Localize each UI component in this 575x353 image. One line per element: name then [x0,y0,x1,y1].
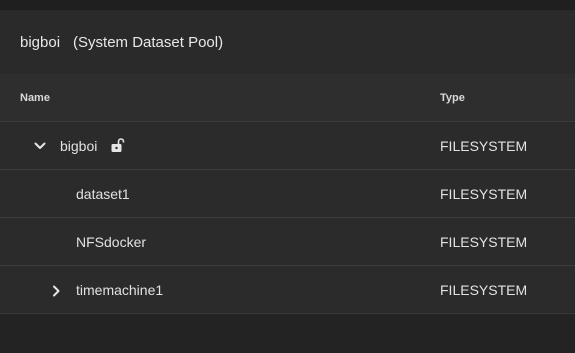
row-name: NFSdocker [76,234,147,250]
row-type: FILESYSTEM [440,186,528,202]
pool-header: bigboi (System Dataset Pool) [0,10,575,74]
row-type: FILESYSTEM [440,138,528,154]
table-footer [0,314,575,353]
chevron-down-icon[interactable] [32,138,48,154]
column-header-name[interactable]: Name [20,92,50,104]
table-row[interactable]: timemachine1 FILESYSTEM [0,266,575,314]
row-name: bigboi [60,138,98,154]
pool-name: bigboi [20,33,61,51]
table-row[interactable]: bigboi FILESYSTEM [0,122,575,170]
pool-subtitle: (System Dataset Pool) [73,33,224,51]
row-type: FILESYSTEM [440,234,528,250]
dataset-table: Name Type bigboi FILESYSTEM dataset1 FIL… [0,74,575,314]
row-name: timemachine1 [76,282,164,298]
table-row[interactable]: dataset1 FILESYSTEM [0,170,575,218]
row-name: dataset1 [76,186,130,202]
row-type: FILESYSTEM [440,282,528,298]
unlocked-padlock-icon [110,137,126,153]
table-header: Name Type [0,74,575,122]
chevron-right-icon[interactable] [48,283,64,299]
column-header-type[interactable]: Type [440,92,465,104]
table-row[interactable]: NFSdocker FILESYSTEM [0,218,575,266]
top-strip [0,0,575,10]
